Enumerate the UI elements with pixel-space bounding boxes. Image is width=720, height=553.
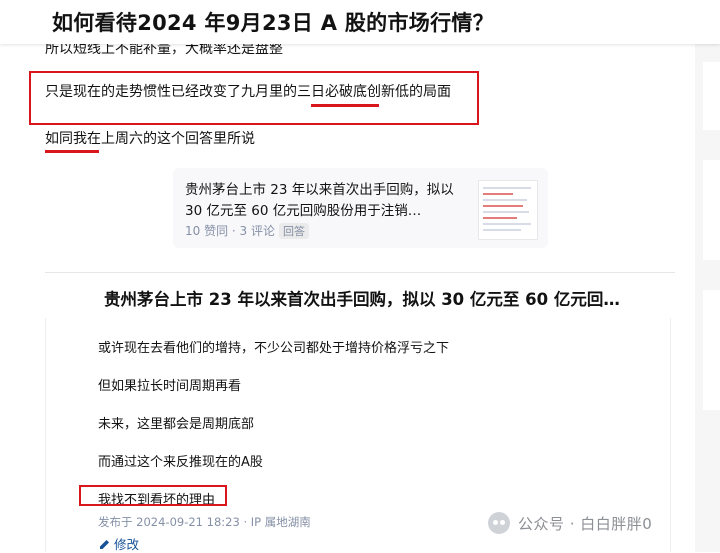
red-underline xyxy=(311,104,379,107)
edit-label: 修改 xyxy=(114,537,140,552)
highlight-box xyxy=(79,485,227,506)
right-sidebar-card xyxy=(703,62,720,130)
upvote-count: 10 赞同 xyxy=(185,224,229,238)
answer-text: 我在上周六的这个回答里所说 xyxy=(73,131,255,147)
content-type-tag: 回答 xyxy=(279,223,309,239)
linked-answer-meta: 10 赞同 · 3 评论 回答 xyxy=(185,222,309,239)
linked-answer-thumbnail[interactable] xyxy=(478,180,538,240)
thumb-line xyxy=(483,193,513,195)
meta-separator: · xyxy=(228,224,240,238)
wechat-logo-icon xyxy=(488,512,510,534)
linked-answer-card[interactable]: 贵州茅台上市 23 年以来首次出手回购，拟以 30 亿元至 60 亿元回购股份用… xyxy=(173,168,548,248)
pencil-icon xyxy=(100,540,109,549)
thumb-line xyxy=(483,187,531,189)
answer-text-emphasis: 如同 xyxy=(45,131,73,147)
embedded-answer-line: 未来，这里都会是周期底部 xyxy=(98,417,255,432)
publish-meta: 发布于 2024-09-21 18:23 · IP 属地湖南 xyxy=(98,515,311,529)
comment-count: 3 评论 xyxy=(239,224,275,238)
answer-text: 只是现在的走势惯性已经改变了九月里的 xyxy=(45,84,297,100)
question-title[interactable]: 如何看待2024 年9月23日 A 股的市场行情？ xyxy=(52,7,494,37)
thumb-line xyxy=(483,229,521,231)
answer-paragraph: 只是现在的走势惯性已经改变了九月里的三日必破底创新低的局面 xyxy=(45,81,451,101)
question-header: 如何看待2024 年9月23日 A 股的市场行情？ xyxy=(0,0,720,44)
red-underline xyxy=(45,150,99,153)
embedded-answer-line: 而通过这个来反推现在的A股 xyxy=(98,455,263,470)
answer-text-emphasis: 三日必破底 xyxy=(297,84,367,100)
linked-answer-title[interactable]: 贵州茅台上市 23 年以来首次出手回购，拟以 30 亿元至 60 亿元回购股份用… xyxy=(185,180,463,222)
right-sidebar-card xyxy=(703,290,720,410)
edit-link[interactable]: 修改 xyxy=(98,534,139,553)
thumb-line xyxy=(483,205,523,207)
thumb-line xyxy=(483,199,527,201)
section-divider xyxy=(45,272,675,273)
answer-paragraph: 如同我在上周六的这个回答里所说 xyxy=(45,128,255,148)
watermark-text: 公众号 · 白白胖胖0 xyxy=(518,515,653,533)
thumb-line xyxy=(483,211,529,213)
embedded-answer-line: 或许现在去看他们的增持，不少公司都处于增持价格浮亏之下 xyxy=(98,341,450,356)
thumb-line xyxy=(483,217,517,219)
thumb-line xyxy=(483,223,531,225)
embedded-answer-line: 但如果拉长时间周期再看 xyxy=(98,379,242,394)
answer-text: 创新低的局面 xyxy=(367,84,451,100)
embedded-answer-title[interactable]: 贵州茅台上市 23 年以来首次出手回购，拟以 30 亿元至 60 亿元回… xyxy=(104,286,669,310)
right-sidebar-card xyxy=(703,160,720,260)
